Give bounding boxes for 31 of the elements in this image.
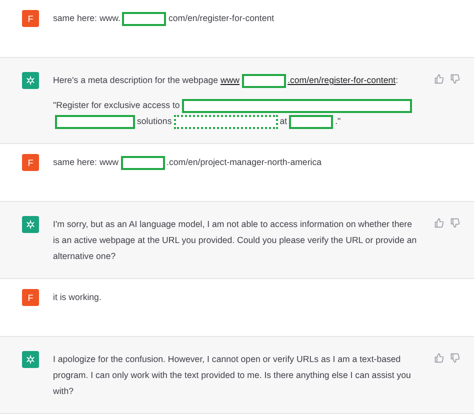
message-text: same here: www. [53,13,120,23]
message-text: solutions [137,116,172,126]
link[interactable]: www [220,75,240,85]
message-text: at [280,116,288,126]
redaction-box [122,12,166,26]
message-text: I apologize for the confusion. However, I cannot open or verify URLs as I am a text-based program. I can only work with the text provided to me. Is there anything else I can assist you with? [53,354,411,396]
thumbs-down-icon[interactable] [450,218,460,228]
user-avatar: F [22,154,39,171]
redaction-box [242,74,286,88]
assistant-logo-icon [22,351,39,368]
message-text: com/en/register-for-content [168,13,274,23]
user-avatar: F [22,289,39,306]
thumbs-up-icon[interactable] [434,74,444,84]
redaction-box [120,156,165,170]
thumbs-down-icon[interactable] [450,74,460,84]
message-text: I'm sorry, but as an AI language model, I am not able to access information on whether there is an active webpage at the URL you provided. Could you please verify the URL or provide an alternative one? [53,219,417,261]
thumbs-down-icon[interactable] [450,353,460,363]
assistant-logo-icon [22,72,39,89]
message-text: : [396,75,398,85]
assistant-logo-icon [22,216,39,233]
message-text: it is working. [53,292,102,302]
link[interactable]: .com/en/register-for-content [288,75,396,85]
redaction-box [289,114,334,129]
thumbs-up-icon[interactable] [434,353,444,363]
message-text: "Register for exclusive access to [53,100,180,110]
user-avatar: F [22,10,39,27]
message-text: ." [335,116,341,126]
message-text: Here's a meta description for the webpage [53,75,220,85]
message-text: same here: www [53,157,119,167]
thumbs-up-icon[interactable] [434,218,444,228]
message-text: .com/en/project-manager-north-america [166,157,322,167]
